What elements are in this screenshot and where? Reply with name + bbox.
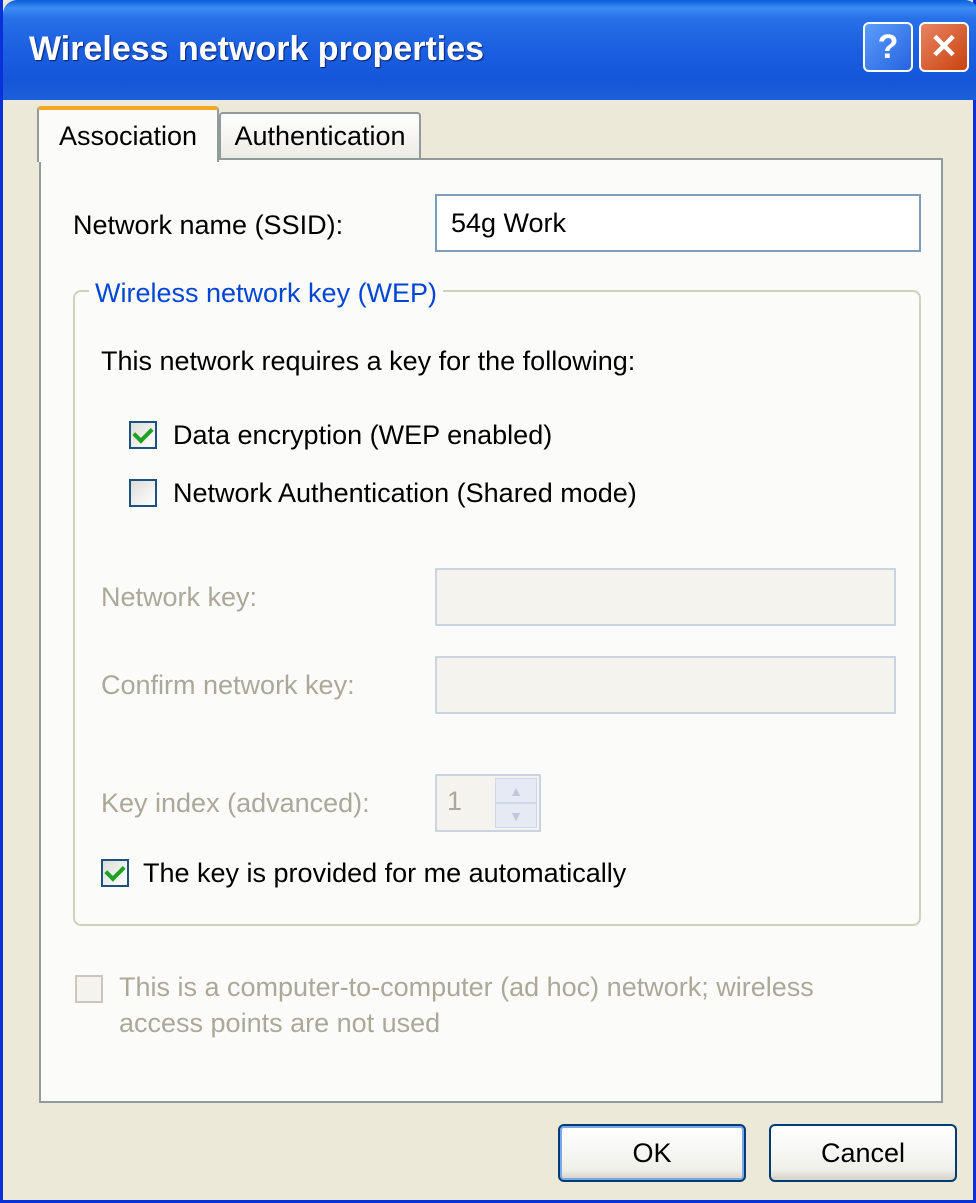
adhoc-checkbox[interactable] xyxy=(75,975,103,1003)
close-button[interactable]: ✕ xyxy=(919,22,969,72)
network-authentication-label[interactable]: Network Authentication (Shared mode) xyxy=(173,478,637,509)
network-authentication-checkbox[interactable] xyxy=(129,479,157,507)
adhoc-label-line1: This is a computer-to-computer (ad hoc) … xyxy=(119,972,814,1002)
help-icon: ? xyxy=(877,27,899,66)
tab-association[interactable]: Association xyxy=(37,106,219,162)
title-bar[interactable]: Wireless network properties ? ✕ xyxy=(3,0,976,100)
spinner-buttons: ▲ ▼ xyxy=(495,778,537,828)
cancel-button[interactable]: Cancel xyxy=(769,1124,957,1182)
dialog-window: Wireless network properties ? ✕ Associat… xyxy=(0,0,976,1203)
data-encryption-label[interactable]: Data encryption (WEP enabled) xyxy=(173,420,552,451)
key-index-spinner[interactable]: 1 ▲ ▼ xyxy=(435,774,541,832)
tab-authentication[interactable]: Authentication xyxy=(219,112,421,158)
spin-up-icon[interactable]: ▲ xyxy=(495,778,537,803)
auto-key-label[interactable]: The key is provided for me automatically xyxy=(143,858,626,889)
checkmark-icon xyxy=(104,860,126,882)
key-index-value: 1 xyxy=(447,786,463,816)
ssid-label: Network name (SSID): xyxy=(73,210,344,240)
network-key-input[interactable] xyxy=(435,568,896,626)
ok-button[interactable]: OK xyxy=(558,1124,746,1182)
ssid-value: 54g Work xyxy=(451,207,567,238)
key-requirement-intro: This network requires a key for the foll… xyxy=(101,346,636,376)
close-icon: ✕ xyxy=(929,28,959,66)
key-index-label: Key index (advanced): xyxy=(101,788,370,818)
network-key-label: Network key: xyxy=(101,582,258,612)
confirm-key-label: Confirm network key: xyxy=(101,670,355,700)
help-button[interactable]: ? xyxy=(863,22,913,72)
wep-group-title: Wireless network key (WEP) xyxy=(89,278,444,309)
auto-key-checkbox[interactable] xyxy=(101,859,129,887)
data-encryption-checkbox[interactable] xyxy=(129,421,157,449)
window-title: Wireless network properties xyxy=(29,30,485,68)
ssid-input[interactable]: 54g Work xyxy=(435,194,921,252)
confirm-key-input[interactable] xyxy=(435,656,896,714)
adhoc-label-line2: access points are not used xyxy=(119,1008,441,1038)
spin-down-icon[interactable]: ▼ xyxy=(495,803,537,828)
checkmark-icon xyxy=(132,422,154,444)
